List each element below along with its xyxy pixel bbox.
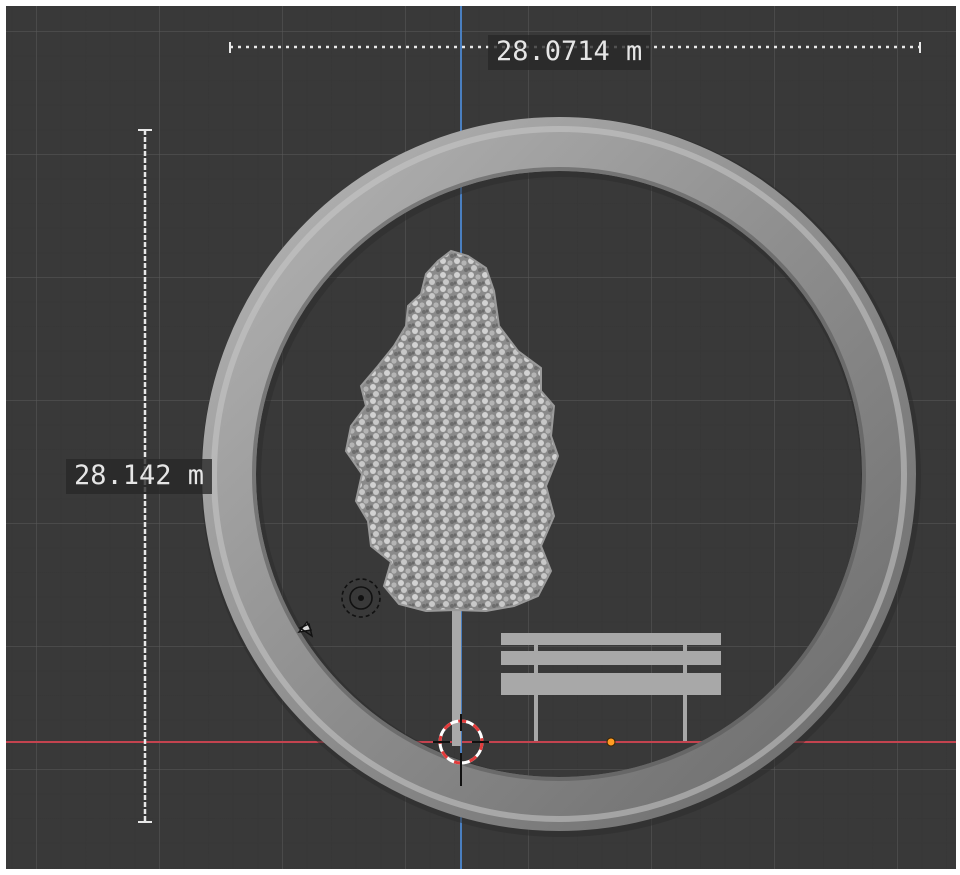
bench[interactable] <box>501 633 721 741</box>
light-icon[interactable] <box>341 578 381 618</box>
scene-canvas[interactable] <box>6 6 956 869</box>
3d-viewport[interactable]: 28.0714 m 28.142 m <box>6 6 956 869</box>
tree-foliage <box>344 249 560 613</box>
height-measurement-label: 28.142 m <box>66 459 213 494</box>
origin-point[interactable] <box>606 737 616 747</box>
torus-ring[interactable] <box>201 117 921 837</box>
tree[interactable] <box>344 249 560 746</box>
width-measurement-label: 28.0714 m <box>488 35 651 70</box>
